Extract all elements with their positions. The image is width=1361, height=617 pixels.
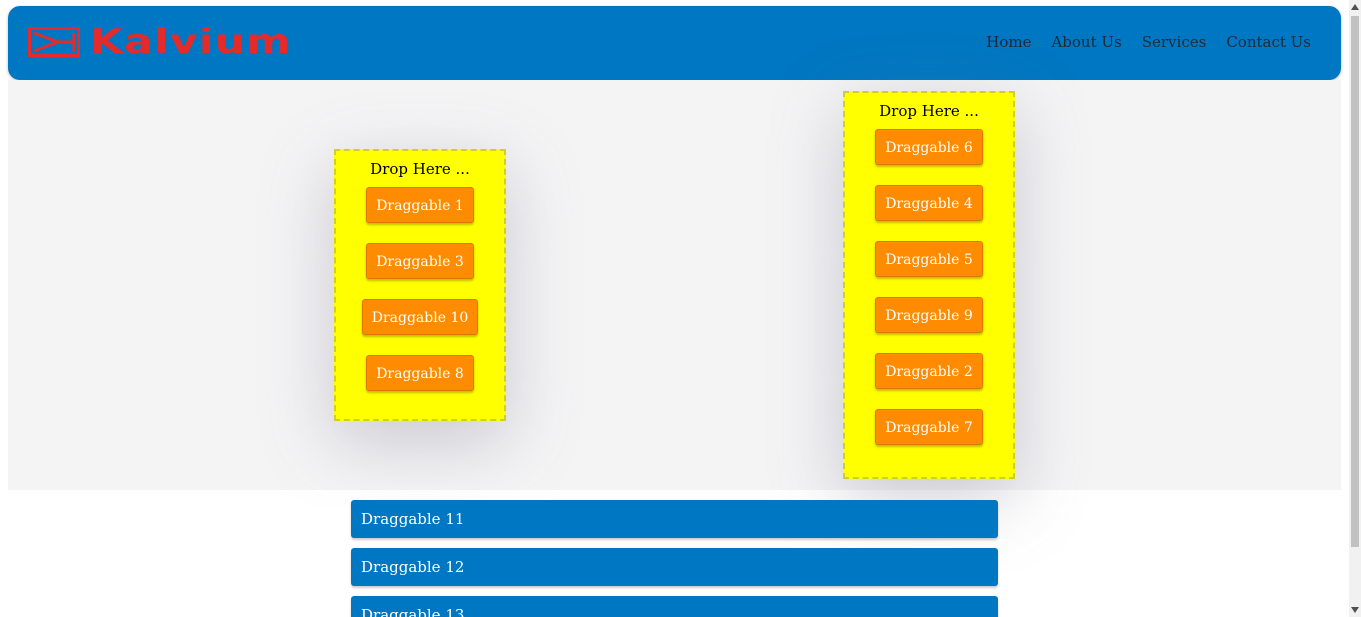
- page: Kalvium Home About Us Services Contact U…: [0, 0, 1361, 617]
- drop-zone-items: Draggable 6 Draggable 4 Draggable 5 Drag…: [845, 129, 1013, 445]
- scrollbar-thumb[interactable]: [1351, 16, 1359, 547]
- list-item[interactable]: Draggable 12: [351, 548, 998, 586]
- nav-about-us[interactable]: About Us: [1051, 33, 1121, 51]
- draggable-item[interactable]: Draggable 9: [875, 297, 983, 333]
- drop-area: Drop Here ... Draggable 1 Draggable 3 Dr…: [8, 80, 1341, 490]
- main-nav: Home About Us Services Contact Us: [986, 33, 1311, 51]
- kalvium-logo-icon: [28, 27, 80, 57]
- draggable-item[interactable]: Draggable 3: [366, 243, 474, 279]
- nav-contact-us[interactable]: Contact Us: [1226, 33, 1311, 51]
- nav-services[interactable]: Services: [1142, 33, 1207, 51]
- vertical-scrollbar[interactable]: [1349, 0, 1361, 617]
- drop-zone-items: Draggable 1 Draggable 3 Draggable 10 Dra…: [336, 187, 504, 391]
- drop-zone-title: Drop Here ...: [879, 102, 979, 120]
- drop-zone-right[interactable]: Drop Here ... Draggable 6 Draggable 4 Dr…: [843, 91, 1015, 479]
- drop-zone-title: Drop Here ...: [370, 160, 470, 178]
- logo[interactable]: Kalvium: [28, 25, 291, 59]
- header-bar: Kalvium Home About Us Services Contact U…: [8, 6, 1341, 80]
- draggable-item[interactable]: Draggable 6: [875, 129, 983, 165]
- list-item[interactable]: Draggable 11: [351, 500, 998, 538]
- draggable-item[interactable]: Draggable 1: [366, 187, 474, 223]
- drop-zone-left[interactable]: Drop Here ... Draggable 1 Draggable 3 Dr…: [334, 149, 506, 421]
- draggable-item[interactable]: Draggable 4: [875, 185, 983, 221]
- nav-home[interactable]: Home: [986, 33, 1031, 51]
- list-item[interactable]: Draggable 13: [351, 596, 998, 617]
- scroll-up-icon[interactable]: [1349, 0, 1361, 14]
- draggable-item[interactable]: Draggable 7: [875, 409, 983, 445]
- draggable-item[interactable]: Draggable 10: [361, 299, 479, 335]
- draggable-item[interactable]: Draggable 8: [366, 355, 474, 391]
- scroll-down-icon[interactable]: [1349, 603, 1361, 617]
- draggable-list: Draggable 11 Draggable 12 Draggable 13: [351, 500, 998, 617]
- draggable-item[interactable]: Draggable 2: [875, 353, 983, 389]
- logo-text: Kalvium: [90, 22, 292, 62]
- draggable-item[interactable]: Draggable 5: [875, 241, 983, 277]
